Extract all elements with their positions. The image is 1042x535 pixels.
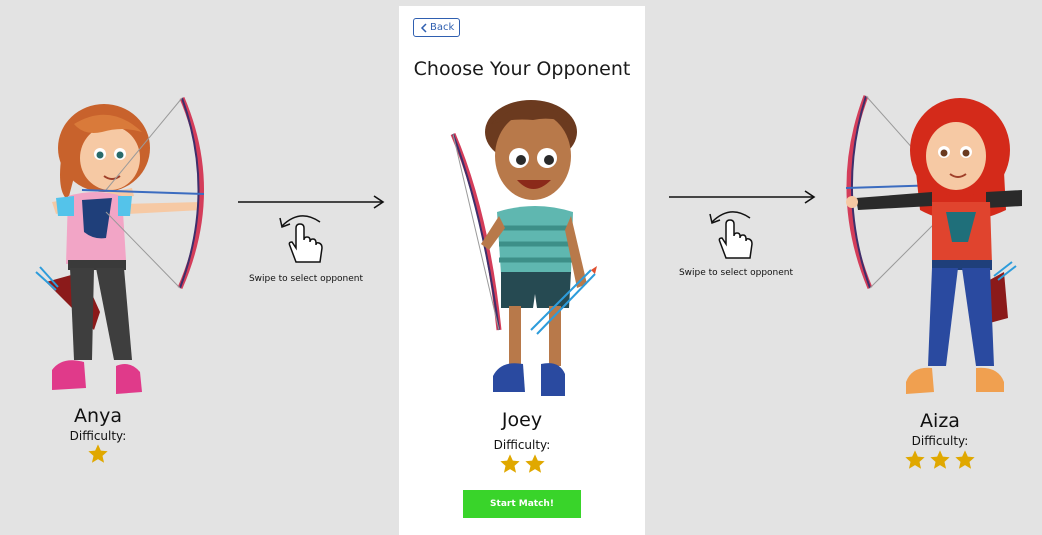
chevron-left-icon — [420, 22, 427, 33]
page-title: Choose Your Opponent — [413, 58, 631, 80]
difficulty-stars — [60, 443, 136, 465]
star-icon — [955, 450, 975, 469]
difficulty-label: Difficulty: — [911, 434, 969, 448]
star-icon — [905, 450, 925, 469]
swipe-hand-icon — [709, 211, 753, 259]
archer-girl-illustration — [35, 97, 205, 394]
swipe-hint-text: Swipe to select opponent — [678, 268, 794, 278]
difficulty-label: Difficulty: — [69, 429, 127, 443]
swipe-hint-text: Swipe to select opponent — [248, 274, 364, 284]
difficulty-stars — [399, 453, 645, 475]
arrow-right-icon — [238, 195, 385, 209]
archer-boy-illustration — [450, 100, 597, 396]
opponent-name: Joey — [501, 409, 543, 431]
star-icon — [524, 454, 545, 473]
back-button[interactable]: Back — [413, 18, 460, 37]
opponent-name: Aiza — [920, 410, 960, 432]
star-icon — [499, 454, 520, 473]
back-button-label: Back — [430, 21, 455, 33]
selection-panel: Back Choose Your Opponent Joey Difficult… — [399, 6, 645, 535]
difficulty-stars — [886, 449, 994, 471]
arrow-right-icon — [669, 190, 816, 204]
star-icon — [930, 450, 950, 469]
archer-girl-hijab-illustration — [845, 95, 1022, 394]
difficulty-label: Difficulty: — [493, 438, 551, 452]
star-icon — [88, 444, 108, 463]
opponent-name: Anya — [74, 405, 122, 427]
swipe-hand-icon — [279, 215, 323, 263]
start-match-button[interactable]: Start Match! — [463, 490, 581, 518]
